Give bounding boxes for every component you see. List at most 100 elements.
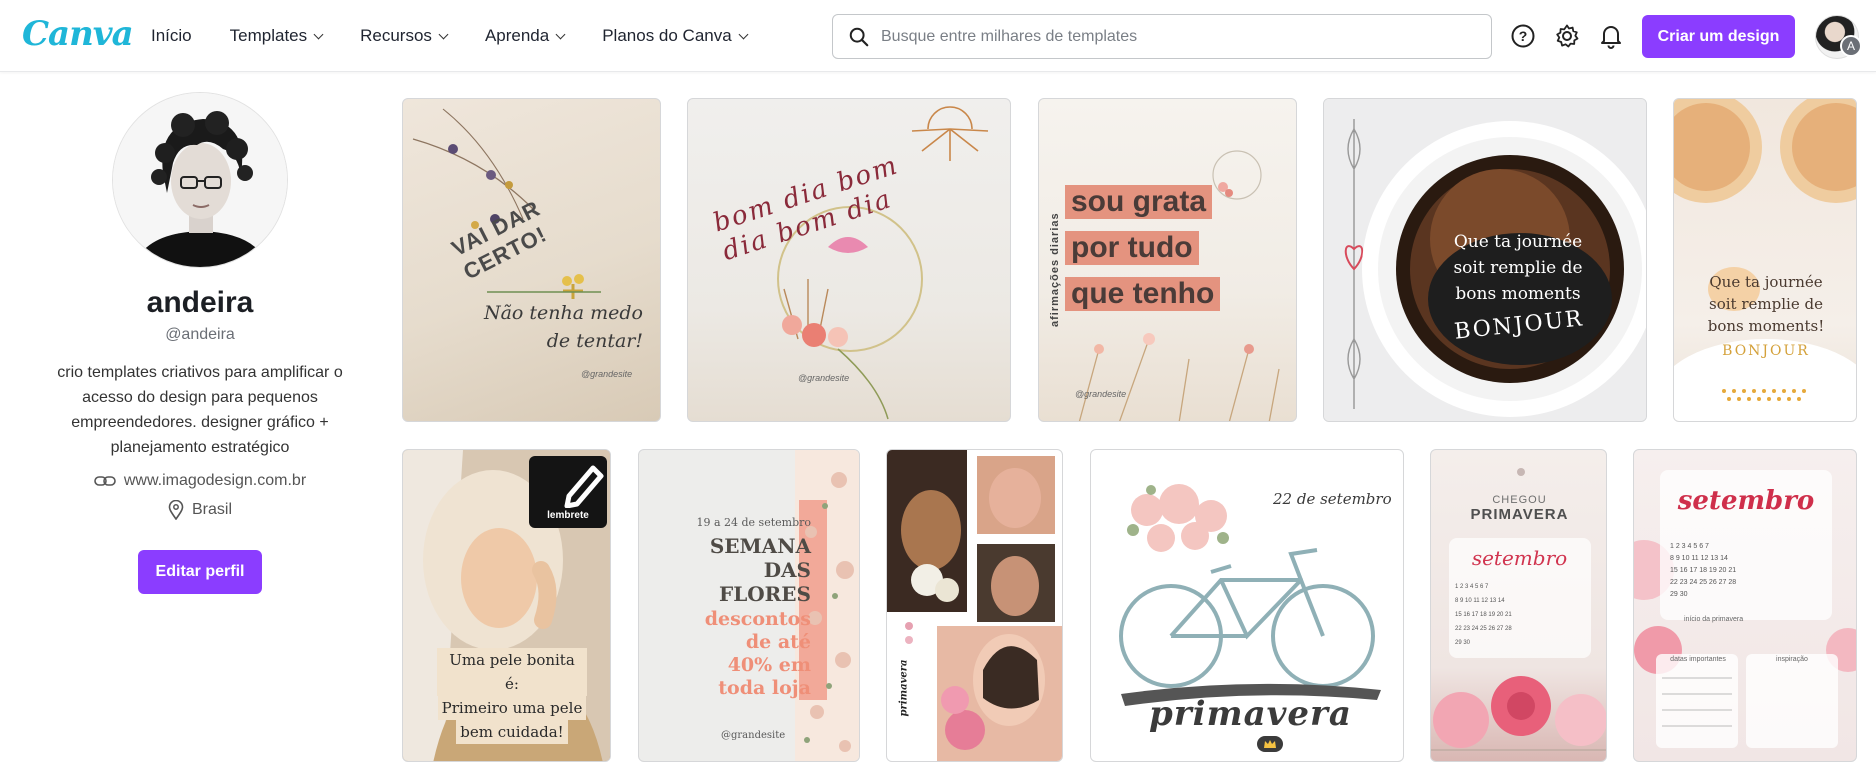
template-title: primavera [1149,694,1352,734]
template-line: por tudo [1065,231,1199,265]
crown-icon [1257,736,1283,752]
pencil-icon [564,465,604,509]
template-line: sou grata [1065,185,1213,219]
svg-text:22 23 24 25 26 27 28: 22 23 24 25 26 27 28 [1670,579,1736,586]
template-text: Uma pele bonita é: Primeiro uma pele bem… [437,648,587,744]
template-title-line: FLORES [719,582,811,606]
template-line: soit remplie de [1453,258,1583,278]
profile-location: Brasil [20,500,380,520]
help-icon[interactable]: ? [1510,23,1536,49]
nav-inicio[interactable]: Início [151,25,192,47]
profile-name: andeira [146,286,254,319]
template-note: início da primavera [1684,616,1744,623]
template-offer-line: toda loja [718,677,811,699]
main-nav: Início Templates Recursos Aprenda Planos… [151,25,785,47]
svg-text:8 9 10 11 12 13 14: 8 9 10 11 12 13 14 [1455,598,1505,604]
template-credit: @grandesite [1075,389,1127,399]
template-line: bons moments! [1707,317,1825,335]
template-line: Primeiro uma pele [437,696,587,720]
template-card[interactable]: VAI DAR CERTO! Não tenha medo de tentar!… [402,98,661,422]
template-card[interactable]: 19 a 24 de setembro SEMANA DAS FLORES de… [638,449,860,762]
svg-text:22 23 24 25 26 27 28: 22 23 24 25 26 27 28 [1455,626,1512,632]
gear-icon[interactable] [1554,23,1580,49]
svg-text:15 16 17 18 19 20 21: 15 16 17 18 19 20 21 [1670,567,1736,574]
template-card[interactable]: bom dia bom dia bom dia @grandesite [687,98,1011,422]
nav-label: Recursos [360,26,432,45]
template-credit: @grandesite [721,730,786,741]
template-card[interactable]: 22 de setembro primavera [1090,449,1404,762]
profile-bio: crio templates criativos para amplificar… [57,364,343,456]
svg-text:29 30: 29 30 [1455,640,1471,646]
svg-text:1 2 3 4 5 6 7: 1 2 3 4 5 6 7 [1670,543,1709,550]
account-badge[interactable]: A [1840,35,1862,57]
template-offer-line: de até [745,631,811,653]
template-box-label: datas importantes [1670,656,1726,663]
template-side-label: afirmações diarias [1049,212,1061,327]
profile-website[interactable]: www.imagodesign.com.br [20,472,380,490]
template-line: que tenho [1065,277,1221,311]
template-title-line: SEMANA [709,534,811,558]
template-card[interactable]: Que ta journée soit remplie de bons mome… [1673,98,1857,422]
template-card[interactable]: 1 2 3 4 5 6 7 8 9 10 11 12 13 14 15 16 1… [1430,449,1607,762]
template-title: PRIMAVERA [1470,506,1569,523]
template-line: soit remplie de [1709,295,1823,313]
nav-label: Templates [229,26,308,45]
chevron-down-icon [738,29,749,39]
template-card[interactable]: Que ta journée soit remplie de bons mome… [1323,98,1647,422]
template-credit: @grandesite [581,369,633,379]
template-line: bons moments [1455,284,1581,304]
chevron-down-icon [438,29,449,39]
template-date: 22 de setembro [1273,490,1392,508]
svg-text:15 16 17 18 19 20 21: 15 16 17 18 19 20 21 [1455,612,1512,618]
template-text: Que ta journée soit remplie de bons mome… [1684,271,1848,337]
website-text[interactable]: www.imagodesign.com.br [124,472,306,490]
nav-label: Planos do Canva [602,26,732,45]
nav-templates[interactable]: Templates [229,25,324,47]
template-card[interactable]: afirmações diarias sou grata por tudo qu… [1038,98,1297,422]
nav-recursos[interactable]: Recursos [360,25,449,47]
biscuits-illustration [1674,99,1856,421]
template-subtitle: Não tenha medo de tentar! [483,302,643,352]
nav-aprenda[interactable]: Aprenda [484,25,566,47]
nav-label: Aprenda [484,26,550,45]
svg-text:8 9 10 11 12 13 14: 8 9 10 11 12 13 14 [1670,555,1728,562]
template-card[interactable]: 1 2 3 4 5 6 7 8 9 10 11 12 13 14 15 16 1… [1633,449,1857,762]
location-pin-icon [168,500,184,520]
profile-avatar [112,92,288,268]
reminder-badge: lembrete [529,456,607,528]
search-icon [849,27,869,47]
template-line: Uma pele bonita é: [437,648,587,696]
nav-planos[interactable]: Planos do Canva [602,25,749,47]
chevron-down-icon [555,29,566,39]
canva-logo[interactable]: Canva [22,14,134,54]
svg-text:?: ? [1519,28,1528,44]
search-input[interactable] [881,27,1491,46]
template-card[interactable]: lembrete Uma pele bonita é: Primeiro uma… [402,449,611,762]
badge-label: lembrete [547,510,589,521]
location-text: Brasil [191,501,232,518]
profile-photo [113,93,287,267]
template-credit: @grandesite [798,373,850,383]
template-offer-line: descontos [704,608,811,630]
svg-text:1 2 3 4 5 6 7: 1 2 3 4 5 6 7 [1455,584,1489,590]
template-footer: BONJOUR [1722,343,1810,359]
template-offer-line: 40% em [727,654,811,676]
template-date: 19 a 24 de setembro [696,516,811,529]
template-title-line: DAS [763,558,811,582]
bell-icon[interactable] [1598,23,1624,49]
edit-profile-button[interactable]: Editar perfil [138,550,262,594]
template-kicker: CHEGOU [1492,494,1547,506]
template-month: setembro [1471,546,1568,570]
template-side-label: primavera [898,659,910,717]
template-offer: descontos de até 40% em toda loja [671,608,811,700]
beauty-collage [887,450,1062,761]
template-card[interactable]: primavera [886,449,1063,762]
create-design-button[interactable]: Criar um design [1642,15,1795,58]
chevron-down-icon [313,29,324,39]
template-box-label: inspiração [1776,656,1808,663]
template-line: Que ta journée [1709,273,1823,291]
profile-panel: andeira @andeira crio templates criativo… [20,92,380,594]
svg-text:29 30: 29 30 [1670,591,1688,598]
floral-pattern-strip [795,450,859,761]
top-bar: Canva Início Templates Recursos Aprenda … [0,0,1876,72]
